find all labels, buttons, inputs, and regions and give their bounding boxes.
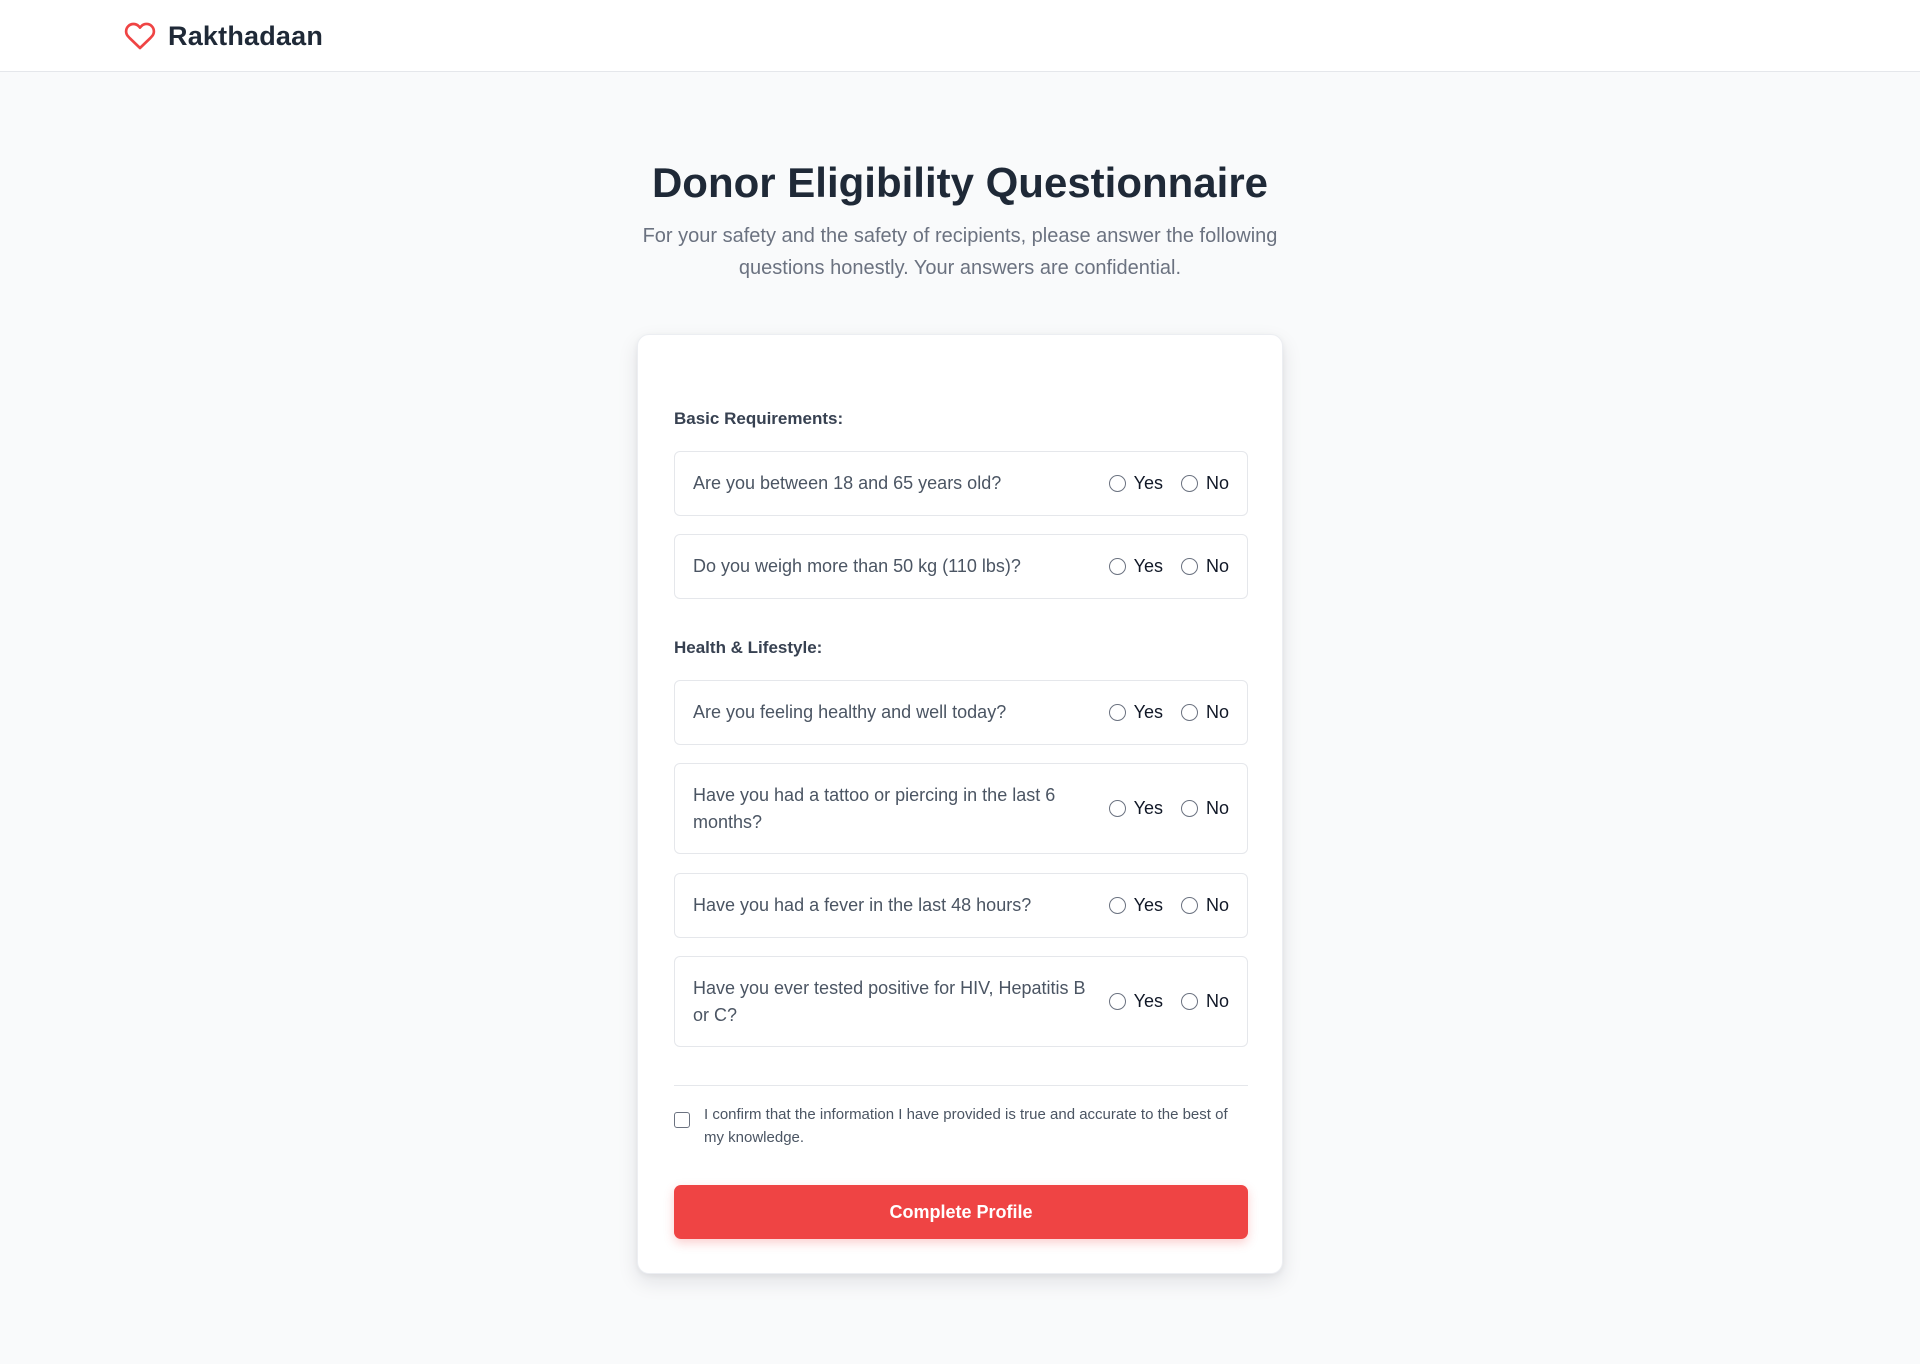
yes-radio[interactable] [1108, 558, 1126, 575]
divider [674, 1085, 1248, 1086]
answer-no-option[interactable]: No [1180, 895, 1229, 916]
top-navbar: Rakthadaan [0, 0, 1920, 72]
page-subtitle: For your safety and the safety of recipi… [642, 225, 1278, 279]
yes-label[interactable]: Yes [1134, 895, 1163, 916]
question-hiv-hepatitis: Have you ever tested positive for HIV, H… [674, 956, 1248, 1047]
confirm-row[interactable]: I confirm that the information I have pr… [674, 1103, 1248, 1149]
no-label[interactable]: No [1206, 473, 1229, 494]
page-title: Donor Eligibility Questionnaire [651, 159, 1269, 206]
answer-options: Yes No [1108, 798, 1229, 819]
no-radio[interactable] [1180, 993, 1198, 1010]
complete-profile-button[interactable]: Complete Profile [674, 1185, 1248, 1239]
confirm-label[interactable]: I confirm that the information I have pr… [704, 1103, 1248, 1149]
question-weight: Do you weigh more than 50 kg (110 lbs)? … [674, 534, 1248, 599]
answer-no-option[interactable]: No [1180, 473, 1229, 494]
yes-label[interactable]: Yes [1134, 702, 1163, 723]
question-text: Are you between 18 and 65 years old? [693, 473, 1002, 493]
no-radio[interactable] [1180, 475, 1198, 492]
yes-label[interactable]: Yes [1134, 556, 1163, 577]
section-label-basic-requirements: Basic Requirements: [674, 409, 844, 428]
question-tattoo-piercing: Have you had a tattoo or piercing in the… [674, 763, 1248, 854]
answer-no-option[interactable]: No [1180, 556, 1229, 577]
yes-label[interactable]: Yes [1134, 473, 1163, 494]
answer-options: Yes No [1108, 473, 1229, 494]
answer-no-option[interactable]: No [1180, 991, 1229, 1012]
yes-radio[interactable] [1108, 704, 1126, 721]
no-label[interactable]: No [1206, 702, 1229, 723]
answer-yes-option[interactable]: Yes [1108, 798, 1163, 819]
no-radio[interactable] [1180, 800, 1198, 817]
no-label[interactable]: No [1206, 895, 1229, 916]
answer-no-option[interactable]: No [1180, 702, 1229, 723]
question-text: Have you ever tested positive for HIV, H… [693, 977, 1086, 1025]
answer-options: Yes No [1108, 702, 1229, 723]
brand[interactable]: Rakthadaan [124, 18, 323, 54]
question-text: Do you weigh more than 50 kg (110 lbs)? [693, 556, 1021, 576]
answer-yes-option[interactable]: Yes [1108, 556, 1163, 577]
brand-name: Rakthadaan [168, 20, 324, 51]
answer-yes-option[interactable]: Yes [1108, 991, 1163, 1012]
question-fever: Have you had a fever in the last 48 hour… [674, 873, 1248, 938]
page-header: Donor Eligibility Questionnaire For your… [0, 156, 1920, 284]
answer-options: Yes No [1108, 991, 1229, 1012]
answer-options: Yes No [1108, 895, 1229, 916]
yes-radio[interactable] [1108, 475, 1126, 492]
heart-outline-icon [124, 20, 156, 52]
question-text: Have you had a fever in the last 48 hour… [693, 895, 1032, 915]
yes-radio[interactable] [1108, 800, 1126, 817]
yes-label[interactable]: Yes [1134, 991, 1163, 1012]
answer-no-option[interactable]: No [1180, 798, 1229, 819]
no-radio[interactable] [1180, 704, 1198, 721]
yes-label[interactable]: Yes [1134, 798, 1163, 819]
answer-yes-option[interactable]: Yes [1108, 702, 1163, 723]
questionnaire-card: Basic Requirements: Are you between 18 a… [637, 334, 1283, 1274]
yes-radio[interactable] [1108, 993, 1126, 1010]
question-text: Have you had a tattoo or piercing in the… [693, 784, 1056, 832]
section-label-health-lifestyle: Health & Lifestyle: [674, 638, 823, 657]
answer-yes-option[interactable]: Yes [1108, 895, 1163, 916]
yes-radio[interactable] [1108, 897, 1126, 914]
confirm-checkbox[interactable] [674, 1112, 690, 1128]
no-radio[interactable] [1180, 558, 1198, 575]
no-radio[interactable] [1180, 897, 1198, 914]
question-age: Are you between 18 and 65 years old? Yes… [674, 451, 1248, 516]
question-text: Are you feeling healthy and well today? [693, 702, 1007, 722]
no-label[interactable]: No [1206, 798, 1229, 819]
answer-options: Yes No [1108, 556, 1229, 577]
no-label[interactable]: No [1206, 991, 1229, 1012]
no-label[interactable]: No [1206, 556, 1229, 577]
answer-yes-option[interactable]: Yes [1108, 473, 1163, 494]
question-feeling-healthy: Are you feeling healthy and well today? … [674, 680, 1248, 745]
